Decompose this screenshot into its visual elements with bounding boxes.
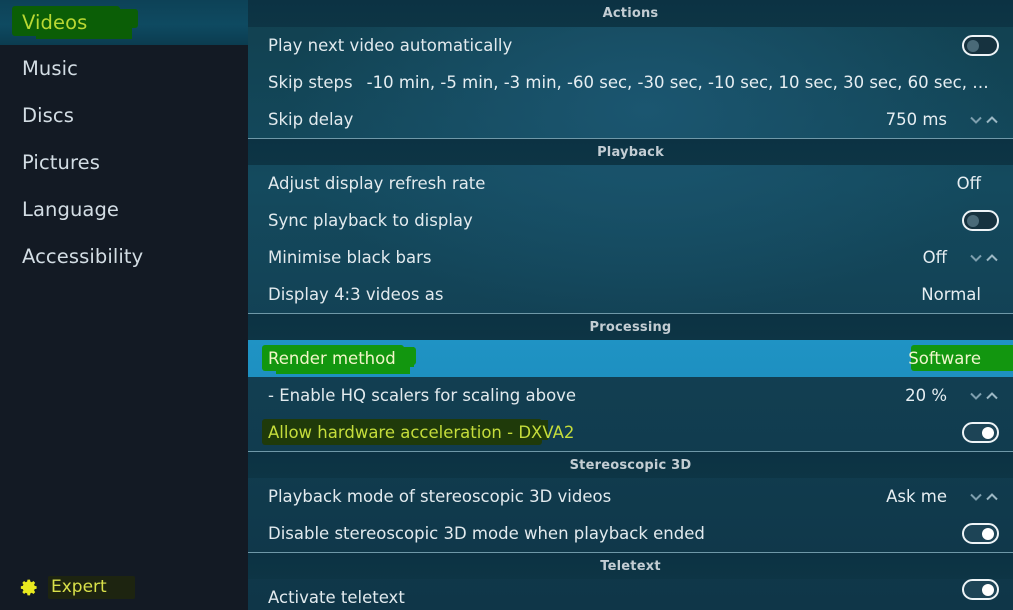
sidebar-item-label: Language — [22, 198, 120, 221]
setting-label: Render method — [268, 349, 396, 368]
chevron-up-icon[interactable] — [985, 389, 999, 403]
setting-row-display-4-3-videos[interactable]: Display 4:3 videos as Normal — [248, 276, 1013, 313]
setting-label: Minimise black bars — [268, 248, 432, 267]
section-header-stereoscopic-3d: Stereoscopic 3D — [248, 451, 1013, 478]
sidebar-item-videos[interactable]: Videos — [0, 0, 248, 45]
category-sidebar: Videos Music Discs Pictures Language Acc… — [0, 0, 248, 610]
setting-row-play-next-video[interactable]: Play next video automatically — [248, 27, 1013, 64]
setting-value: 750 ms — [885, 110, 947, 129]
setting-row-activate-teletext[interactable]: Activate teletext — [248, 579, 1013, 609]
chevron-up-icon[interactable] — [985, 490, 999, 504]
setting-value: Software — [908, 349, 981, 368]
setting-row-minimise-black-bars[interactable]: Minimise black bars Off — [248, 239, 1013, 276]
sidebar-item-label: Discs — [22, 104, 74, 127]
toggle-switch[interactable] — [962, 422, 999, 443]
setting-value: -10 min, -5 min, -3 min, -60 sec, -30 se… — [366, 73, 999, 92]
setting-label: Adjust display refresh rate — [268, 174, 486, 193]
setting-row-disable-stereoscopic-on-end[interactable]: Disable stereoscopic 3D mode when playba… — [248, 515, 1013, 552]
setting-label: Sync playback to display — [268, 211, 473, 230]
sidebar-item-accessibility[interactable]: Accessibility — [0, 233, 248, 280]
value-spinner[interactable] — [959, 487, 999, 507]
setting-label: Disable stereoscopic 3D mode when playba… — [268, 524, 705, 543]
setting-value: Off — [956, 174, 981, 193]
setting-row-render-method[interactable]: Render method Software — [248, 340, 1013, 377]
setting-row-sync-playback[interactable]: Sync playback to display — [248, 202, 1013, 239]
sidebar-item-label: Accessibility — [22, 245, 144, 268]
setting-row-skip-delay[interactable]: Skip delay 750 ms — [248, 101, 1013, 138]
chevron-up-icon[interactable] — [985, 113, 999, 127]
settings-window: Videos Music Discs Pictures Language Acc… — [0, 0, 1013, 610]
setting-row-allow-hardware-acceleration-dxva2[interactable]: Allow hardware acceleration - DXVA2 — [248, 414, 1013, 451]
setting-label: Activate teletext — [268, 588, 405, 607]
value-spinner[interactable] — [959, 110, 999, 130]
chevron-down-icon[interactable] — [969, 251, 983, 265]
setting-row-skip-steps[interactable]: Skip steps -10 min, -5 min, -3 min, -60 … — [248, 64, 1013, 101]
toggle-switch[interactable] — [962, 579, 999, 600]
settings-content-panel: Actions Play next video automatically Sk… — [248, 0, 1013, 610]
setting-label: Allow hardware acceleration - DXVA2 — [268, 423, 575, 442]
section-header-processing: Processing — [248, 313, 1013, 340]
setting-label: Playback mode of stereoscopic 3D videos — [268, 487, 612, 506]
chevron-down-icon[interactable] — [969, 113, 983, 127]
settings-level-button[interactable]: Expert — [0, 570, 248, 604]
setting-label: Play next video automatically — [268, 36, 513, 55]
toggle-switch[interactable] — [962, 210, 999, 231]
setting-row-adjust-refresh-rate[interactable]: Adjust display refresh rate Off — [248, 165, 1013, 202]
sidebar-item-discs[interactable]: Discs — [0, 92, 248, 139]
section-header-actions: Actions — [248, 0, 1013, 27]
setting-value: Ask me — [886, 487, 947, 506]
setting-row-enable-hq-scalers[interactable]: - Enable HQ scalers for scaling above 20… — [248, 377, 1013, 414]
sidebar-item-music[interactable]: Music — [0, 45, 248, 92]
value-spinner[interactable] — [959, 386, 999, 406]
section-header-teletext: Teletext — [248, 552, 1013, 579]
setting-label: Skip steps — [268, 73, 353, 92]
chevron-down-icon[interactable] — [969, 490, 983, 504]
setting-label: - Enable HQ scalers for scaling above — [268, 386, 577, 405]
settings-level-label: Expert — [48, 575, 135, 599]
sidebar-item-label: Music — [22, 57, 78, 80]
setting-value: Off — [922, 248, 947, 267]
sidebar-item-label: Videos — [22, 11, 88, 34]
setting-value: Normal — [921, 285, 981, 304]
value-spinner[interactable] — [959, 248, 999, 268]
sidebar-item-language[interactable]: Language — [0, 186, 248, 233]
toggle-switch[interactable] — [962, 523, 999, 544]
toggle-switch[interactable] — [962, 35, 999, 56]
setting-row-playback-mode-stereoscopic[interactable]: Playback mode of stereoscopic 3D videos … — [248, 478, 1013, 515]
section-header-playback: Playback — [248, 138, 1013, 165]
setting-value: 20 % — [905, 386, 947, 405]
setting-label: Display 4:3 videos as — [268, 285, 444, 304]
setting-label: Skip delay — [268, 110, 354, 129]
sidebar-item-label: Pictures — [22, 151, 101, 174]
gear-icon — [20, 579, 37, 595]
sidebar-item-pictures[interactable]: Pictures — [0, 139, 248, 186]
chevron-down-icon[interactable] — [969, 389, 983, 403]
chevron-up-icon[interactable] — [985, 251, 999, 265]
